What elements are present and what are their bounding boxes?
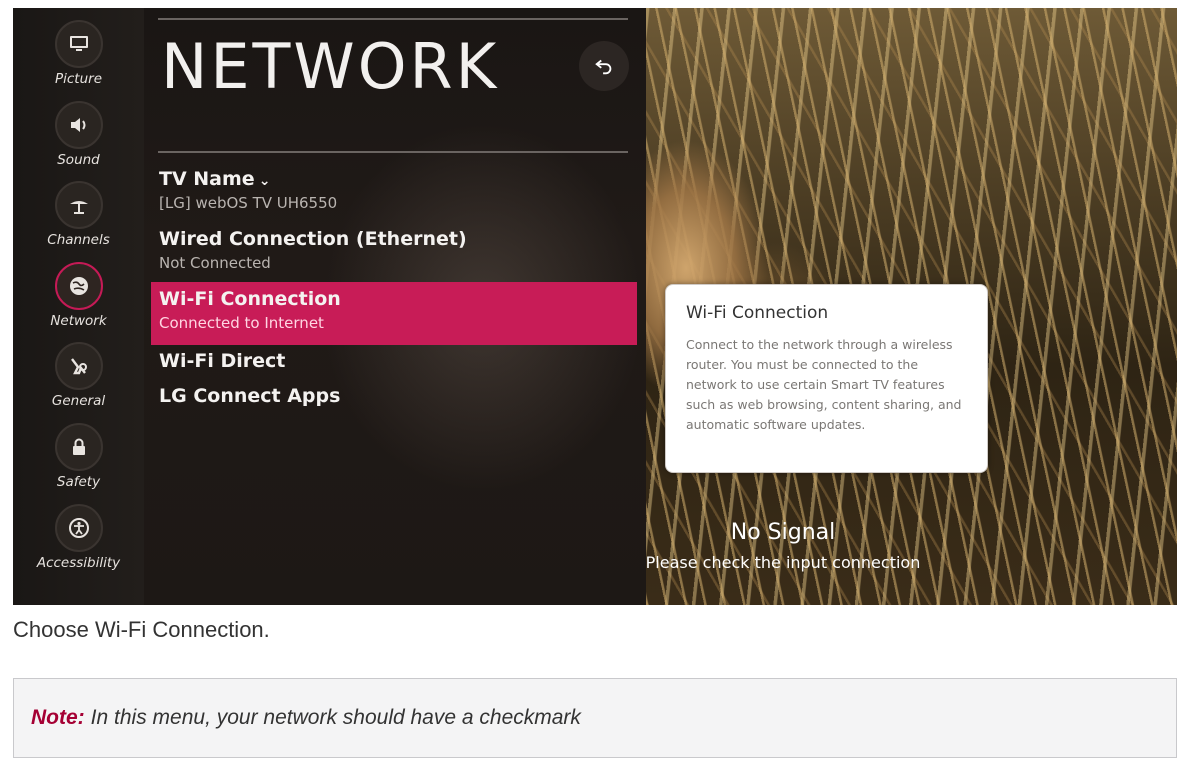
sidebar-item-network[interactable]: Network [13,262,144,342]
page-title: NETWORK [161,30,500,103]
menu-item-title: Wired Connection (Ethernet) [159,228,467,250]
settings-sidebar: Picture Sound Channels Network General S… [13,8,144,605]
monitor-icon [54,20,103,68]
sidebar-item-picture[interactable]: Picture [13,20,144,100]
sidebar-item-label: General [51,393,106,409]
help-tooltip: Wi-Fi Connection Connect to the network … [665,284,988,473]
no-signal-title: No Signal [730,520,836,545]
note-label: Note: [31,706,85,729]
chevron-down-icon: ⌄ [258,173,271,189]
tooltip-title: Wi-Fi Connection [686,303,829,323]
tooltip-body: Connect to the network through a wireles… [686,337,962,432]
accessibility-icon [54,504,103,552]
note-text: In this menu, your network should have a… [90,706,581,729]
sidebar-item-channels[interactable]: Channels [13,181,144,261]
sidebar-item-safety[interactable]: Safety [13,423,144,503]
tv-screenshot: Picture Sound Channels Network General S… [13,8,1177,605]
menu-item-value: Connected to Internet [159,314,324,332]
sidebar-item-sound[interactable]: Sound [13,101,144,181]
menu-item-title: LG Connect Apps [159,385,341,407]
note-box: Note: In this menu, your network should … [13,678,1177,758]
no-signal-message: No Signal Please check the input connect… [633,520,933,572]
menu-item-wifi-direct[interactable]: Wi-Fi Direct [159,350,285,372]
sidebar-item-label: Sound [57,152,100,168]
menu-item-value: Not Connected [159,254,271,272]
back-icon [595,59,612,75]
sidebar-item-label: Channels [47,232,110,248]
sidebar-item-accessibility[interactable]: Accessibility [13,504,144,584]
no-signal-subtitle: Please check the input connection [645,553,921,572]
antenna-icon [54,181,103,229]
divider [158,18,628,20]
general-icon [54,342,103,390]
divider [158,151,628,153]
sidebar-item-label: Picture [54,71,103,87]
sidebar-item-general[interactable]: General [13,342,144,422]
sidebar-item-label: Safety [56,474,101,490]
speaker-icon [54,101,103,149]
menu-item-title: TV Name ⌄ [159,168,271,190]
menu-item-title: Wi-Fi Direct [159,350,286,372]
menu-item-wired-connection[interactable]: Wired Connection (Ethernet) Not Connecte… [159,228,467,272]
sidebar-item-label: Network [50,313,107,329]
lock-icon [54,423,103,471]
step-caption: Choose Wi-Fi Connection. [13,617,270,642]
menu-item-value: [LG] webOS TV UH6550 [159,194,338,212]
menu-item-lg-connect-apps[interactable]: LG Connect Apps [159,385,340,407]
menu-item-title: Wi-Fi Connection [159,288,341,310]
menu-item-wifi-connection[interactable]: Wi-Fi Connection Connected to Internet [151,282,637,345]
globe-icon [54,262,103,310]
sidebar-item-label: Accessibility [36,555,121,571]
menu-item-tv-name[interactable]: TV Name ⌄ [LG] webOS TV UH6550 [159,168,337,212]
back-button[interactable] [579,41,629,91]
